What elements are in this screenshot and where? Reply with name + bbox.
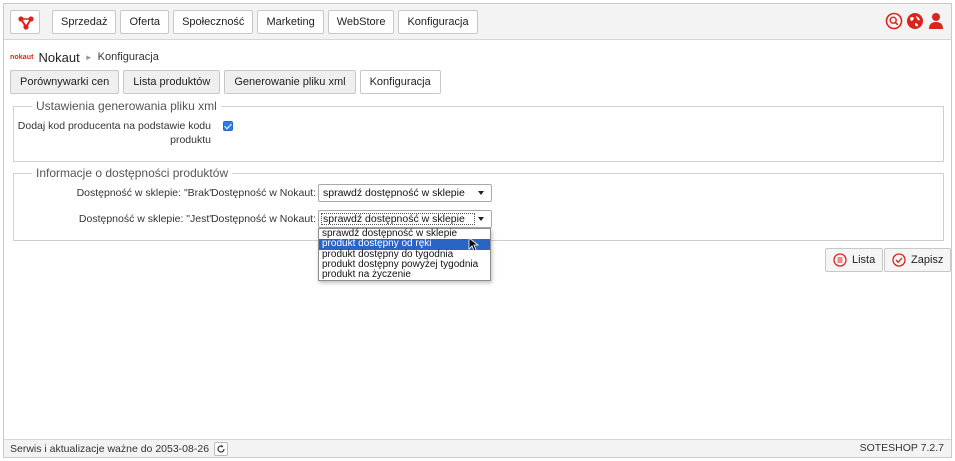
checkbox-label: Dodaj kod producenta na podstawie kodu p… [17,120,211,146]
save-button-label: Zapisz [911,254,944,266]
search-icon[interactable] [885,12,903,30]
shop-availability-label: Dostępność w sklepie: "Brak" [76,187,213,199]
save-button[interactable]: Zapisz [884,248,952,272]
nav-sprzedaz[interactable]: Sprzedaż [52,10,117,34]
status-bar: Serwis i aktualizacje ważne do 2053-08-2… [4,439,951,457]
tab-bar: Porównywarki cen Lista produktów Generow… [10,70,441,94]
nav-konfiguracja[interactable]: Konfiguracja [398,10,478,34]
main-nav: Sprzedaż Oferta Społeczność Marketing We… [52,10,478,34]
app-window: Sprzedaż Oferta Społeczność Marketing We… [3,3,952,458]
mouse-cursor-icon [468,237,479,252]
check-circle-icon [892,253,906,267]
availability-dropdown-list: sprawdź dostępność w sklepie produkt dos… [318,228,491,282]
nokaut-logo: nokaut [10,53,34,61]
xml-settings-section: Ustawienia generowania pliku xml Dodaj k… [13,99,944,162]
producer-code-checkbox[interactable] [223,121,233,131]
breadcrumb: nokaut Nokaut ► Konfiguracja [10,48,159,66]
tab-konfiguracja[interactable]: Konfiguracja [359,70,441,94]
dropdown-option[interactable]: produkt na życzenie [319,270,490,280]
refresh-icon [217,444,225,453]
globe-icon[interactable] [906,12,924,30]
service-info: Serwis i aktualizacje ważne do 2053-08-2… [10,442,229,456]
section-legend: Informacje o dostępności produktów [32,166,233,180]
nokaut-availability-label: Dostępność w Nokaut: [210,213,316,225]
logo-icon [18,16,34,30]
nokaut-availability-label: Dostępność w Nokaut: [210,187,316,199]
focus-ring [321,213,475,225]
section-legend: Ustawienia generowania pliku xml [32,99,221,113]
availability-select-jest[interactable]: sprawdź dostępność w sklepie [318,210,492,228]
shop-availability-label: Dostępność w sklepie: "Jest" [78,213,213,225]
top-icons [885,12,945,30]
list-icon [833,253,847,267]
service-text: Serwis i aktualizacje ważne do 2053-08-2… [10,443,210,455]
chevron-down-icon [478,217,484,221]
breadcrumb-separator-icon: ► [84,52,93,62]
version-label: SOTESHOP 7.2.7 [859,442,944,454]
tab-lista-produktow[interactable]: Lista produktów [123,70,221,94]
breadcrumb-current: Konfiguracja [97,51,159,63]
refresh-button[interactable] [214,442,229,456]
top-bar: Sprzedaż Oferta Społeczność Marketing We… [4,4,951,40]
nav-webstore[interactable]: WebStore [327,10,395,34]
list-button-label: Lista [852,254,876,266]
nav-oferta[interactable]: Oferta [120,10,170,34]
chevron-down-icon [478,191,484,195]
tab-porownywarki-cen[interactable]: Porównywarki cen [10,70,120,94]
nav-marketing[interactable]: Marketing [257,10,324,34]
tab-generowanie-pliku-xml[interactable]: Generowanie pliku xml [224,70,356,94]
availability-select-brak[interactable]: sprawdź dostępność w sklepie [318,184,492,202]
user-icon[interactable] [927,12,945,30]
list-button[interactable]: Lista [825,248,884,272]
nav-spolecznosc[interactable]: Społeczność [173,10,254,34]
select-value: sprawdź dostępność w sklepie [323,187,465,199]
home-logo-button[interactable] [10,10,40,34]
page-title[interactable]: Nokaut [39,50,80,65]
